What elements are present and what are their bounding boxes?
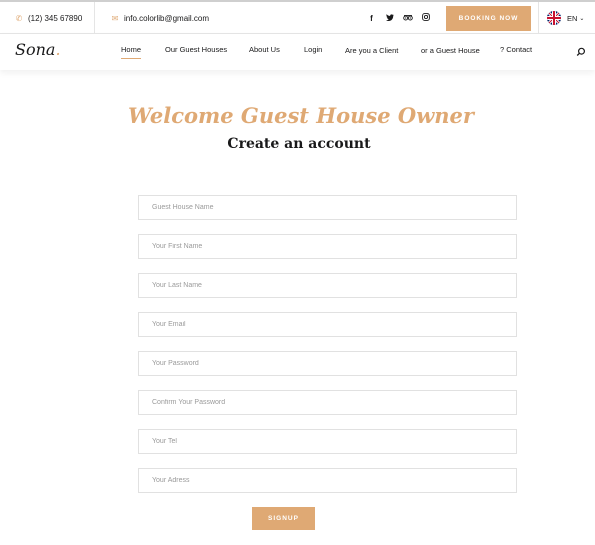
site-logo[interactable]: Sona.: [15, 40, 61, 59]
email-input[interactable]: [138, 312, 517, 337]
nav-item-our-guest-houses[interactable]: Our Guest Houses: [165, 45, 227, 54]
address-input[interactable]: [138, 468, 517, 493]
envelope-icon: ✉: [111, 13, 119, 23]
twitter-icon[interactable]: [385, 13, 394, 23]
divider: [538, 2, 539, 34]
nav-item-about-us[interactable]: About Us: [249, 45, 280, 54]
password-input[interactable]: [138, 351, 517, 376]
first-name-input[interactable]: [138, 234, 517, 259]
main-navbar: Sona. Home Our Guest Houses About Us Log…: [0, 34, 595, 70]
facebook-icon[interactable]: f: [367, 14, 376, 23]
confirm-password-input[interactable]: [138, 390, 517, 415]
phone-number: (12) 345 67890: [28, 13, 83, 23]
last-name-input[interactable]: [138, 273, 517, 298]
logo-text: Sona: [15, 40, 56, 59]
nav-item-contact[interactable]: ? Contact: [500, 45, 532, 54]
welcome-heading: Welcome Guest House Owner: [128, 103, 474, 128]
signup-button[interactable]: SIGNUP: [252, 507, 315, 530]
booking-now-button[interactable]: BOOKING NOW: [446, 6, 531, 31]
email-contact: ✉ info.colorlib@gmail.com: [111, 2, 209, 34]
nav-item-home[interactable]: Home: [121, 45, 142, 59]
uk-flag-icon: [547, 11, 561, 25]
phone-icon: ✆: [15, 13, 23, 23]
search-icon[interactable]: [576, 44, 586, 56]
create-account-heading: Create an account: [227, 136, 371, 152]
tripadvisor-icon[interactable]: [403, 14, 413, 23]
language-selector[interactable]: EN ⌄: [547, 2, 584, 34]
instagram-icon[interactable]: [421, 13, 430, 23]
nav-item-login[interactable]: Login: [304, 45, 322, 54]
logo-dot: .: [55, 40, 61, 59]
top-bar: ✆ (12) 345 67890 ✉ info.colorlib@gmail.c…: [0, 0, 595, 34]
nav-item-client[interactable]: Are you a Client: [345, 46, 398, 55]
language-label: EN: [567, 13, 578, 23]
guest-house-name-input[interactable]: [138, 195, 517, 220]
chevron-down-icon: ⌄: [579, 15, 585, 22]
phone-contact: ✆ (12) 345 67890: [15, 2, 83, 34]
divider: [94, 2, 95, 34]
tel-input[interactable]: [138, 429, 517, 454]
email-address: info.colorlib@gmail.com: [124, 13, 210, 23]
social-links: f: [367, 2, 430, 34]
nav-item-guest-house[interactable]: or a Guest House: [421, 46, 480, 55]
